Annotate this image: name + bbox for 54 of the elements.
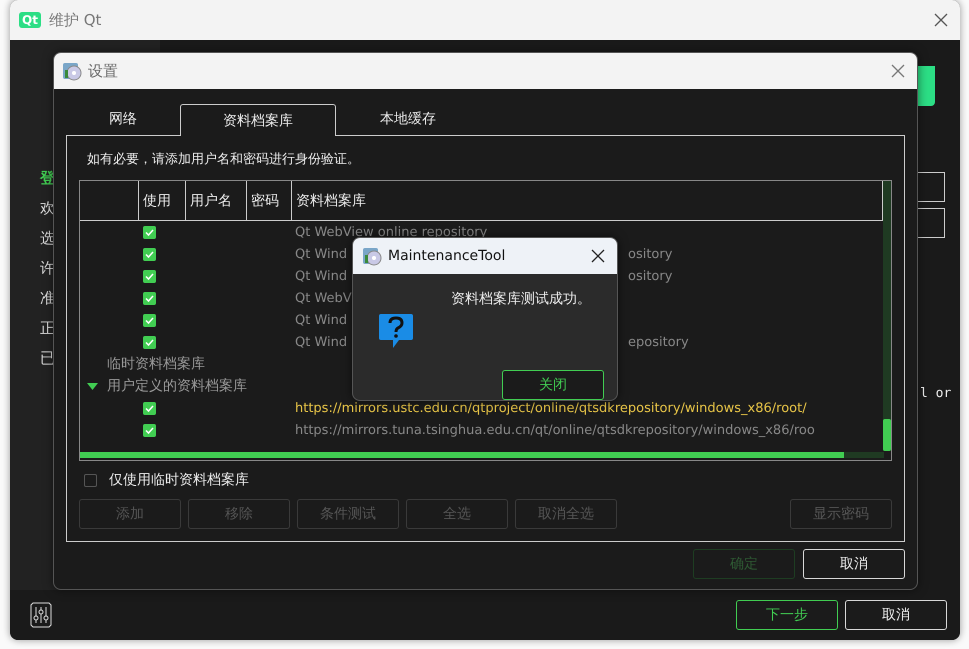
column-header: 用户名 [186,181,247,220]
repository-name: Qt Wind [295,247,348,262]
checkbox[interactable] [143,402,156,415]
sidebar-item[interactable]: 许 [40,258,55,279]
sidebar-item[interactable]: 登 [40,168,55,189]
checkbox[interactable] [143,292,156,305]
close-icon[interactable] [591,249,605,263]
checkbox[interactable] [143,424,156,437]
next-button[interactable]: 下一步 [736,600,838,630]
scrollbar[interactable] [883,419,891,451]
close-button[interactable]: 关闭 [502,370,604,400]
repository-url: https://mirrors.tuna.tsinghua.edu.cn/qt/online/qtsdkrepository/windows_x86/roo [295,423,815,438]
group-label: 临时资料档案库 [107,355,205,373]
message-text: 资料档案库测试成功。 [451,290,591,308]
sidebar-item[interactable]: 正 [40,318,55,339]
logo-icon [918,66,935,106]
checkbox[interactable] [84,474,97,486]
cancel-button[interactable]: 取消 [845,600,947,630]
checkbox[interactable] [143,226,156,239]
repository-name: Qt Wind [295,313,348,328]
repository-name: ository [628,247,672,262]
dialog-title: MaintenanceTool [388,248,506,264]
scrollbar[interactable] [80,452,844,458]
repository-name: Qt WebView online repository [295,225,488,240]
repository-name: epository [628,335,689,350]
repository-name: Qt Wind [295,269,348,284]
hint-text: 如有必要，请添加用户名和密码进行身份验证。 [86,151,361,169]
cancel-button[interactable]: 取消 [803,549,905,579]
repository-url: https://mirrors.ustc.edu.cn/qtproject/online/qtsdkrepository/windows_x86/root/ [295,401,807,416]
checkbox-label: 仅使用临时资料档案库 [109,471,249,489]
tab[interactable]: 网络 [66,103,180,135]
checkbox[interactable] [143,314,156,327]
settings-icon[interactable] [30,602,52,628]
window-title: 维护 Qt [48,10,102,30]
disc-icon [62,61,82,81]
repository-name: Qt WebV [295,291,352,306]
tab[interactable]: 资料档案库 [180,104,336,136]
checkbox[interactable] [143,270,156,283]
repository-name: Qt Wind [295,335,348,350]
checkbox[interactable] [143,336,156,349]
checkbox[interactable] [143,248,156,261]
content-text: l or [920,386,952,401]
sidebar-item[interactable]: 欢 [40,198,55,219]
group-label: 用户定义的资料档案库 [107,377,247,395]
close-icon[interactable] [934,13,948,27]
column-header: 使用 [139,181,186,220]
repository-name: ository [628,269,672,284]
expand-arrow-icon[interactable] [87,382,98,390]
tab[interactable]: 本地缓存 [336,103,480,135]
disc-icon [362,246,382,266]
column-header: 密码 [247,181,292,220]
question-icon [377,312,415,350]
logo-icon: Qt [19,12,41,28]
dialog-title: 设置 [88,62,119,80]
